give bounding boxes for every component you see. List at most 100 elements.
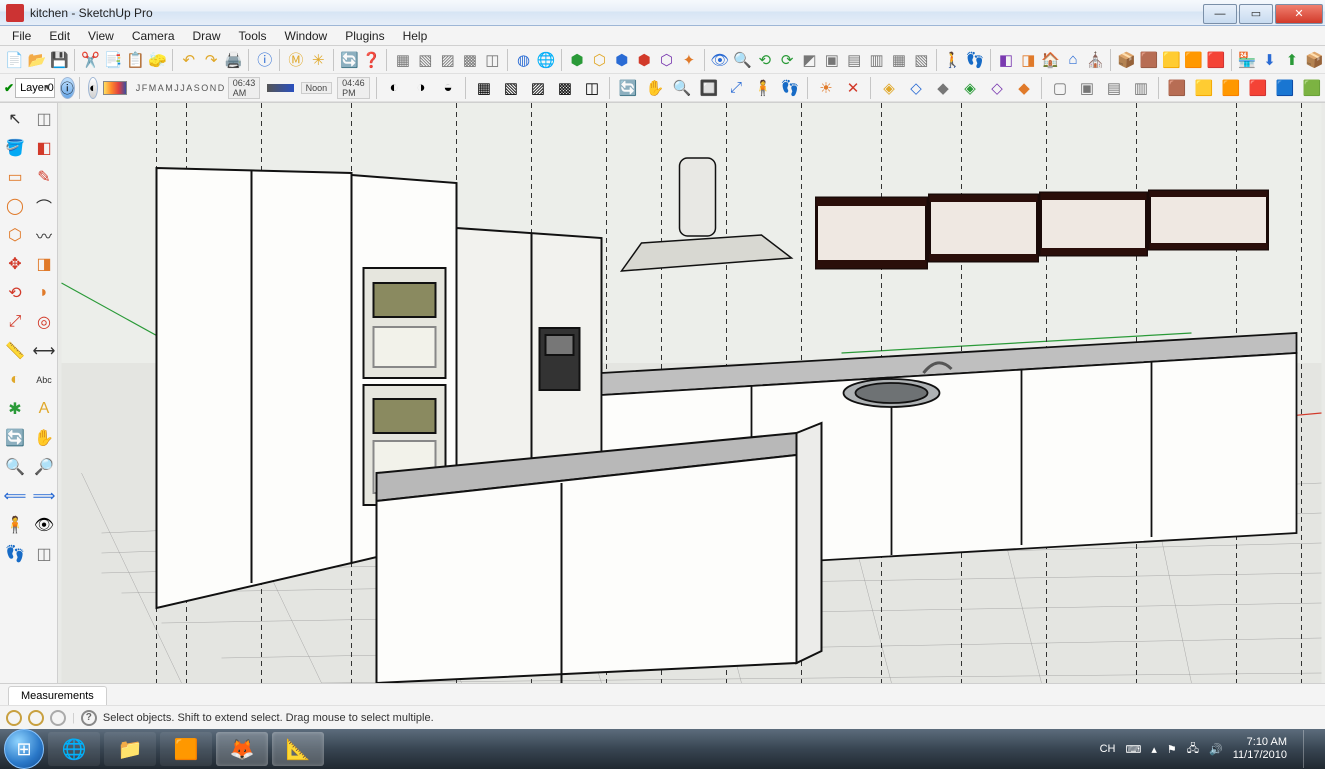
solid2-icon[interactable]: ◇: [903, 76, 929, 100]
zoom2-icon[interactable]: 🔍: [669, 76, 695, 100]
cube2-icon[interactable]: ◨: [1018, 48, 1039, 72]
footprints-icon[interactable]: 👣: [964, 48, 985, 72]
shadow-time-slider[interactable]: [267, 84, 293, 92]
action-center-icon[interactable]: ⚑: [1167, 743, 1177, 756]
monochrome-icon[interactable]: ◫: [579, 76, 605, 100]
open-file-icon[interactable]: 📂: [26, 48, 47, 72]
pan2-icon[interactable]: ✋: [642, 76, 668, 100]
solid4-icon[interactable]: ◈: [957, 76, 983, 100]
rectangle-icon[interactable]: ▭: [1, 163, 29, 191]
menu-help[interactable]: Help: [395, 27, 436, 45]
walk3-icon[interactable]: 👣: [1, 540, 29, 568]
walk-icon[interactable]: 🚶: [942, 48, 963, 72]
box3-icon[interactable]: 🟨: [1161, 48, 1182, 72]
box1-icon[interactable]: 📦: [1116, 48, 1137, 72]
claim-status-icon[interactable]: [50, 710, 66, 726]
warehouse-icon[interactable]: 🏪: [1237, 48, 1258, 72]
help-status-icon[interactable]: ?: [81, 710, 97, 726]
taskbar-clock[interactable]: 7:10 AM 11/17/2010: [1233, 736, 1287, 762]
zoom-ext2-icon[interactable]: ⤢: [723, 76, 749, 100]
package-icon[interactable]: 📦: [1304, 48, 1325, 72]
eraser-icon[interactable]: ◧: [30, 134, 58, 162]
box2-icon[interactable]: 🟫: [1138, 48, 1159, 72]
walk2-icon[interactable]: 👣: [777, 76, 803, 100]
style4-icon[interactable]: ▩: [459, 48, 480, 72]
next-icon[interactable]: ⟹: [30, 482, 58, 510]
toggle-xray-icon[interactable]: ◍: [513, 48, 534, 72]
style5-icon[interactable]: ◫: [482, 48, 503, 72]
zoom-tool-icon[interactable]: 🔍: [732, 48, 753, 72]
back-icon[interactable]: ▦: [888, 48, 909, 72]
crate5-icon[interactable]: 🟦: [1272, 76, 1298, 100]
window-close-button[interactable]: ✕: [1275, 4, 1323, 24]
show-desktop-button[interactable]: [1303, 730, 1315, 768]
network-icon[interactable]: 🖧: [1187, 740, 1199, 759]
left-icon[interactable]: ▧: [911, 48, 932, 72]
3dtext-icon[interactable]: A: [30, 395, 58, 423]
menu-window[interactable]: Window: [277, 27, 336, 45]
credits-status-icon[interactable]: [28, 710, 44, 726]
axes-icon[interactable]: ✱: [1, 395, 29, 423]
window-maximize-button[interactable]: ▭: [1239, 4, 1273, 24]
save-icon[interactable]: 💾: [49, 48, 70, 72]
shadow-toggle-button[interactable]: ◐: [88, 77, 98, 99]
front-icon[interactable]: ▤: [844, 48, 865, 72]
style3-icon[interactable]: ▨: [437, 48, 458, 72]
position-camera2-icon[interactable]: 🧍: [1, 511, 29, 539]
hidden-line-icon[interactable]: ▧: [498, 76, 524, 100]
look-around-icon[interactable]: 👁: [30, 511, 58, 539]
menu-edit[interactable]: Edit: [41, 27, 78, 45]
geo-status-icon[interactable]: [6, 710, 22, 726]
dimension-icon[interactable]: ⟷: [30, 337, 58, 365]
position-camera-icon[interactable]: 👁: [709, 48, 730, 72]
line-icon[interactable]: ✎: [30, 163, 58, 191]
text-icon[interactable]: Abc: [30, 366, 58, 394]
circle-icon[interactable]: ◯: [1, 192, 29, 220]
next-view-icon[interactable]: ⟳: [776, 48, 797, 72]
style1-icon[interactable]: ▦: [392, 48, 413, 72]
solid3-icon[interactable]: ◆: [930, 76, 956, 100]
cube1-icon[interactable]: ◧: [995, 48, 1016, 72]
pushpull-icon[interactable]: ◨: [30, 250, 58, 278]
arc-icon[interactable]: ⌒: [30, 192, 58, 220]
pan-icon[interactable]: ✋: [30, 424, 58, 452]
new-matched-icon[interactable]: ✳: [308, 48, 329, 72]
orbit-icon[interactable]: 🔄: [1, 424, 29, 452]
start-button[interactable]: ⊞: [4, 729, 44, 769]
menu-tools[interactable]: Tools: [231, 27, 275, 45]
layer-visible-check-icon[interactable]: ✔: [4, 81, 14, 95]
person-icon[interactable]: 🧍: [750, 76, 776, 100]
section-cut-icon[interactable]: ◒: [435, 76, 461, 100]
print-icon[interactable]: 🖨️: [223, 48, 244, 72]
crate4-icon[interactable]: 🟥: [1245, 76, 1271, 100]
model-info-icon[interactable]: ⓘ: [254, 48, 275, 72]
box-c-icon[interactable]: ▤: [1101, 76, 1127, 100]
shadow-date-slider[interactable]: [103, 81, 127, 95]
match-photo-icon[interactable]: Ⓜ: [285, 48, 306, 72]
window-minimize-button[interactable]: —: [1203, 4, 1237, 24]
copy-icon[interactable]: 📑: [102, 48, 123, 72]
freehand-icon[interactable]: 〰: [30, 221, 58, 249]
redo-icon[interactable]: ↷: [201, 48, 222, 72]
previous-icon[interactable]: ⟸: [1, 482, 29, 510]
new-file-icon[interactable]: 📄: [4, 48, 25, 72]
zoom-extents-icon[interactable]: 🔎: [30, 453, 58, 481]
section-icon[interactable]: ◫: [30, 540, 58, 568]
sketchup-icon[interactable]: 📐: [272, 732, 324, 766]
box-b-icon[interactable]: ▣: [1074, 76, 1100, 100]
split-icon[interactable]: ✦: [678, 48, 699, 72]
internet-explorer-icon[interactable]: 🌐: [48, 732, 100, 766]
erase-icon[interactable]: 🧽: [147, 48, 168, 72]
zoom-icon[interactable]: 🔍: [1, 453, 29, 481]
house2-icon[interactable]: ⌂: [1062, 48, 1083, 72]
paste-icon[interactable]: 📋: [125, 48, 146, 72]
zoom-window-icon[interactable]: 🔲: [696, 76, 722, 100]
union-icon[interactable]: ⬢: [611, 48, 632, 72]
x-orbit-icon[interactable]: ✕: [840, 76, 866, 100]
download-model-icon[interactable]: ⬇: [1259, 48, 1280, 72]
media-player-icon[interactable]: 🟧: [160, 732, 212, 766]
upload-model-icon[interactable]: ⬆: [1281, 48, 1302, 72]
box-a-icon[interactable]: ▢: [1047, 76, 1073, 100]
outer-shell-icon[interactable]: ⬢: [566, 48, 587, 72]
style2-icon[interactable]: ▧: [415, 48, 436, 72]
